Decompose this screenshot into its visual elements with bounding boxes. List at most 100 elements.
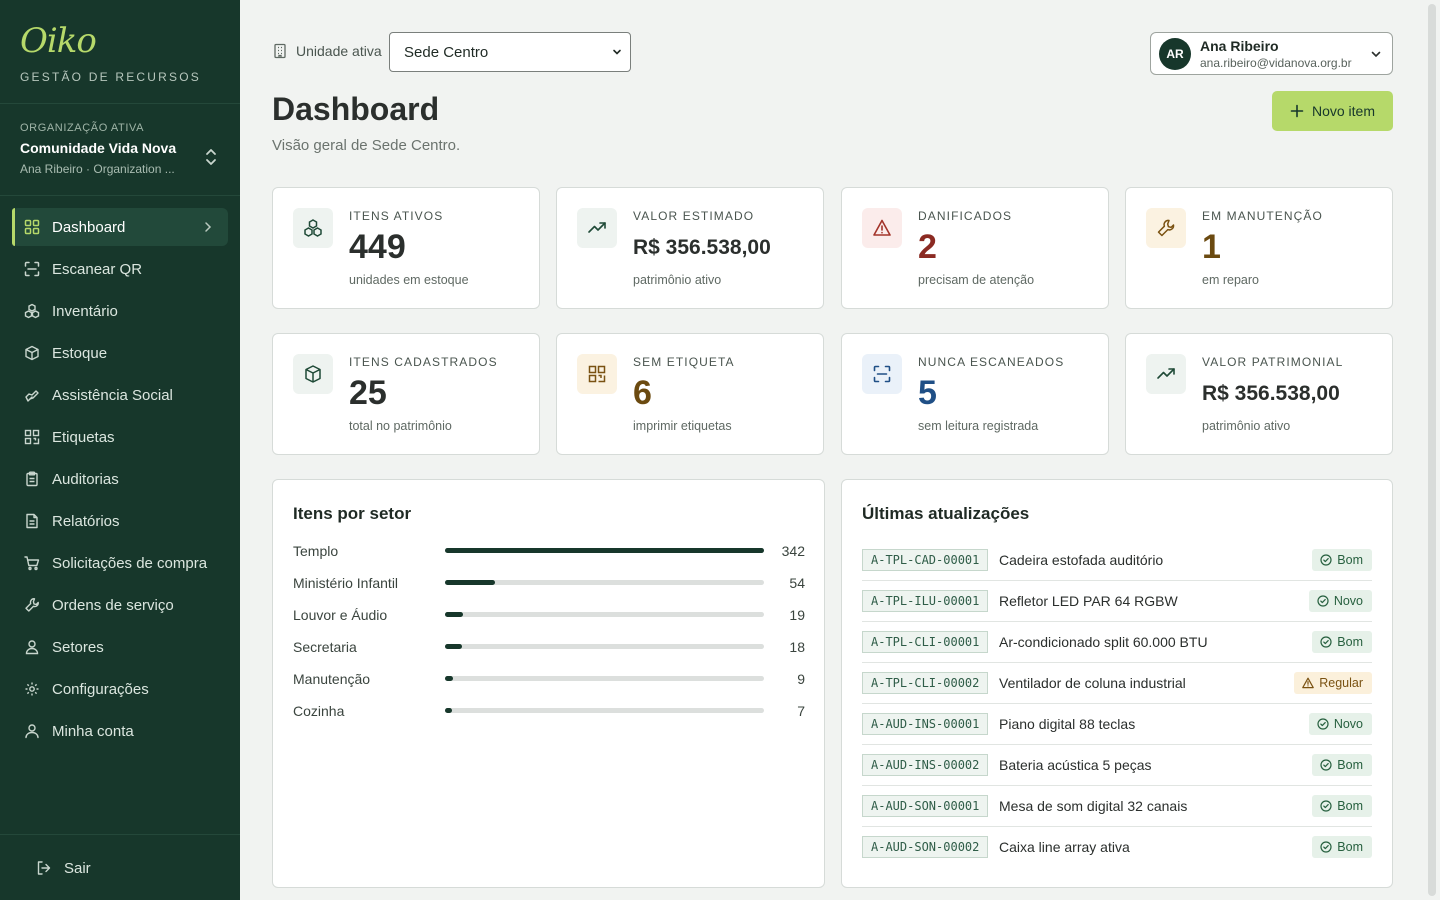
avatar: AR xyxy=(1159,38,1191,70)
stat-hint: em reparo xyxy=(1202,273,1259,287)
sidebar-item-label: Ordens de serviço xyxy=(52,596,174,614)
chevron-right-icon xyxy=(205,222,212,232)
stat-value: 6 xyxy=(633,374,652,412)
sector-bar-track xyxy=(445,548,764,553)
qr-code-icon xyxy=(24,429,40,445)
sector-count: 342 xyxy=(781,543,805,559)
sidebar-item-label: Etiquetas xyxy=(52,428,115,446)
page-scrollbar[interactable] xyxy=(1428,4,1436,896)
user-name: Ana Ribeiro xyxy=(1200,38,1279,54)
user-email: ana.ribeiro@vidanova.org.br xyxy=(1200,56,1352,70)
sidebar-item-inventory[interactable]: Inventário xyxy=(12,292,228,330)
sidebar-item-label: Setores xyxy=(52,638,104,656)
status-label: Novo xyxy=(1333,594,1363,608)
sidebar-item-purchase-requests[interactable]: Solicitações de compra xyxy=(12,544,228,582)
status-badge: Novo xyxy=(1308,713,1372,735)
chevrons-up-down-icon[interactable] xyxy=(204,146,218,168)
sidebar-item-labels[interactable]: Etiquetas xyxy=(12,418,228,456)
asset-code: A-TPL-ILU-00001 xyxy=(862,590,989,612)
sector-bar-fill xyxy=(445,676,454,681)
stat-value: 2 xyxy=(918,228,937,266)
stat-label: EM MANUTENÇÃO xyxy=(1202,209,1323,223)
sidebar-item-my-account[interactable]: Minha conta xyxy=(12,712,228,750)
new-item-button[interactable]: Novo item xyxy=(1272,91,1393,131)
status-badge: Bom xyxy=(1312,836,1372,858)
update-row[interactable]: A-TPL-CLI-00002 Ventilador de coluna indu… xyxy=(862,663,1372,704)
sector-count: 9 xyxy=(797,671,805,687)
stat-label: VALOR PATRIMONIAL xyxy=(1202,355,1344,369)
sidebar-item-scan-qr[interactable]: Escanear QR xyxy=(12,250,228,288)
sectors-title: Itens por setor xyxy=(293,504,412,523)
stat-hint: precisam de atenção xyxy=(918,273,1035,287)
status-label: Bom xyxy=(1337,635,1363,649)
plus-icon xyxy=(1290,104,1304,118)
sector-name: Ministério Infantil xyxy=(293,575,399,591)
unit-select[interactable]: Sede Centro xyxy=(389,32,631,72)
status-badge: Bom xyxy=(1312,754,1372,776)
user-menu[interactable]: AR Ana Ribeiro ana.ribeiro@vidanova.org.… xyxy=(1150,32,1393,75)
asset-name: Bateria acústica 5 peças xyxy=(999,757,1152,773)
status-label: Bom xyxy=(1337,553,1363,567)
sector-row: Secretaria 18 xyxy=(293,637,805,657)
sector-row: Louvor e Áudio 19 xyxy=(293,605,805,625)
scan-icon xyxy=(24,261,40,277)
page-subtitle: Visão geral de Sede Centro. xyxy=(272,137,461,154)
logout-label: Sair xyxy=(64,859,91,877)
sidebar-item-label: Minha conta xyxy=(52,722,134,740)
sidebar-item-service-orders[interactable]: Ordens de serviço xyxy=(12,586,228,624)
sector-count: 7 xyxy=(797,703,805,719)
stat-card-no-label: SEM ETIQUETA 6 imprimir etiquetas xyxy=(556,333,824,455)
sidebar-item-sectors[interactable]: Setores xyxy=(12,628,228,666)
updates-panel: Últimas atualizações A-TPL-CAD-00001 Cade… xyxy=(841,479,1393,888)
user-icon xyxy=(24,723,40,739)
handshake-icon xyxy=(24,387,40,403)
update-row[interactable]: A-TPL-CAD-00001 Cadeira estofada auditóri… xyxy=(862,540,1372,581)
updates-title: Últimas atualizações xyxy=(862,504,1030,523)
asset-code: A-TPL-CLI-00002 xyxy=(862,672,989,694)
gear-icon xyxy=(24,681,40,697)
stat-value: 25 xyxy=(349,374,387,412)
sidebar-item-dashboard[interactable]: Dashboard xyxy=(12,208,228,246)
asset-name: Cadeira estofada auditório xyxy=(999,552,1164,568)
sector-bar-fill xyxy=(445,708,452,713)
stat-card-asset-value: VALOR PATRIMONIAL R$ 356.538,00 patrimôn… xyxy=(1125,333,1393,455)
sidebar-item-audits[interactable]: Auditorias xyxy=(12,460,228,498)
update-row[interactable]: A-TPL-CLI-00001 Ar-condicionado split 60.… xyxy=(862,622,1372,663)
sector-row: Cozinha 7 xyxy=(293,701,805,721)
stat-label: SEM ETIQUETA xyxy=(633,355,735,369)
chevron-down-icon xyxy=(1371,51,1381,58)
clipboard-icon xyxy=(24,471,40,487)
asset-name: Refletor LED PAR 64 RGBW xyxy=(999,593,1178,609)
update-row[interactable]: A-AUD-INS-00002 Bateria acústica 5 peças B… xyxy=(862,745,1372,786)
sidebar-item-settings[interactable]: Configurações xyxy=(12,670,228,708)
update-row[interactable]: A-AUD-INS-00001 Piano digital 88 teclas No… xyxy=(862,704,1372,745)
sector-bar-fill xyxy=(445,612,463,617)
logout-button[interactable]: Sair xyxy=(24,849,240,887)
chevron-down-icon xyxy=(613,49,621,55)
stat-hint: unidades em estoque xyxy=(349,273,469,287)
asset-name: Ar-condicionado split 60.000 BTU xyxy=(999,634,1208,650)
logout-icon xyxy=(36,860,52,876)
check-circle-icon xyxy=(1320,800,1332,812)
sidebar-item-label: Auditorias xyxy=(52,470,119,488)
sidebar-item-label: Estoque xyxy=(52,344,108,362)
update-row[interactable]: A-AUD-SON-00001 Mesa de som digital 32 ca… xyxy=(862,786,1372,827)
stat-value: R$ 356.538,00 xyxy=(633,236,771,259)
org-switcher[interactable]: ORGANIZAÇÃO ATIVA Comunidade Vida Nova A… xyxy=(0,104,240,196)
sector-count: 18 xyxy=(789,639,805,655)
qr-code-icon xyxy=(577,354,617,394)
sidebar-item-stock[interactable]: Estoque xyxy=(12,334,228,372)
update-row[interactable]: A-AUD-SON-00002 Caixa line array ativa Bom xyxy=(862,827,1372,868)
sidebar-item-reports[interactable]: Relatórios xyxy=(12,502,228,540)
update-row[interactable]: A-TPL-ILU-00001 Refletor LED PAR 64 RGBW N… xyxy=(862,581,1372,622)
stat-label: DANIFICADOS xyxy=(918,209,1013,223)
org-label: ORGANIZAÇÃO ATIVA xyxy=(20,122,145,134)
sidebar-item-social-assistance[interactable]: Assistência Social xyxy=(12,376,228,414)
sidebar-item-label: Configurações xyxy=(52,680,149,698)
stat-card-never-scanned: NUNCA ESCANEADOS 5 sem leitura registrad… xyxy=(841,333,1109,455)
wrench-icon xyxy=(1146,208,1186,248)
stat-value: 1 xyxy=(1202,228,1221,266)
stat-hint: patrimônio ativo xyxy=(1202,419,1291,433)
check-circle-icon xyxy=(1320,636,1332,648)
stat-card-registered-items: ITENS CADASTRADOS 25 total no patrimônio xyxy=(272,333,540,455)
